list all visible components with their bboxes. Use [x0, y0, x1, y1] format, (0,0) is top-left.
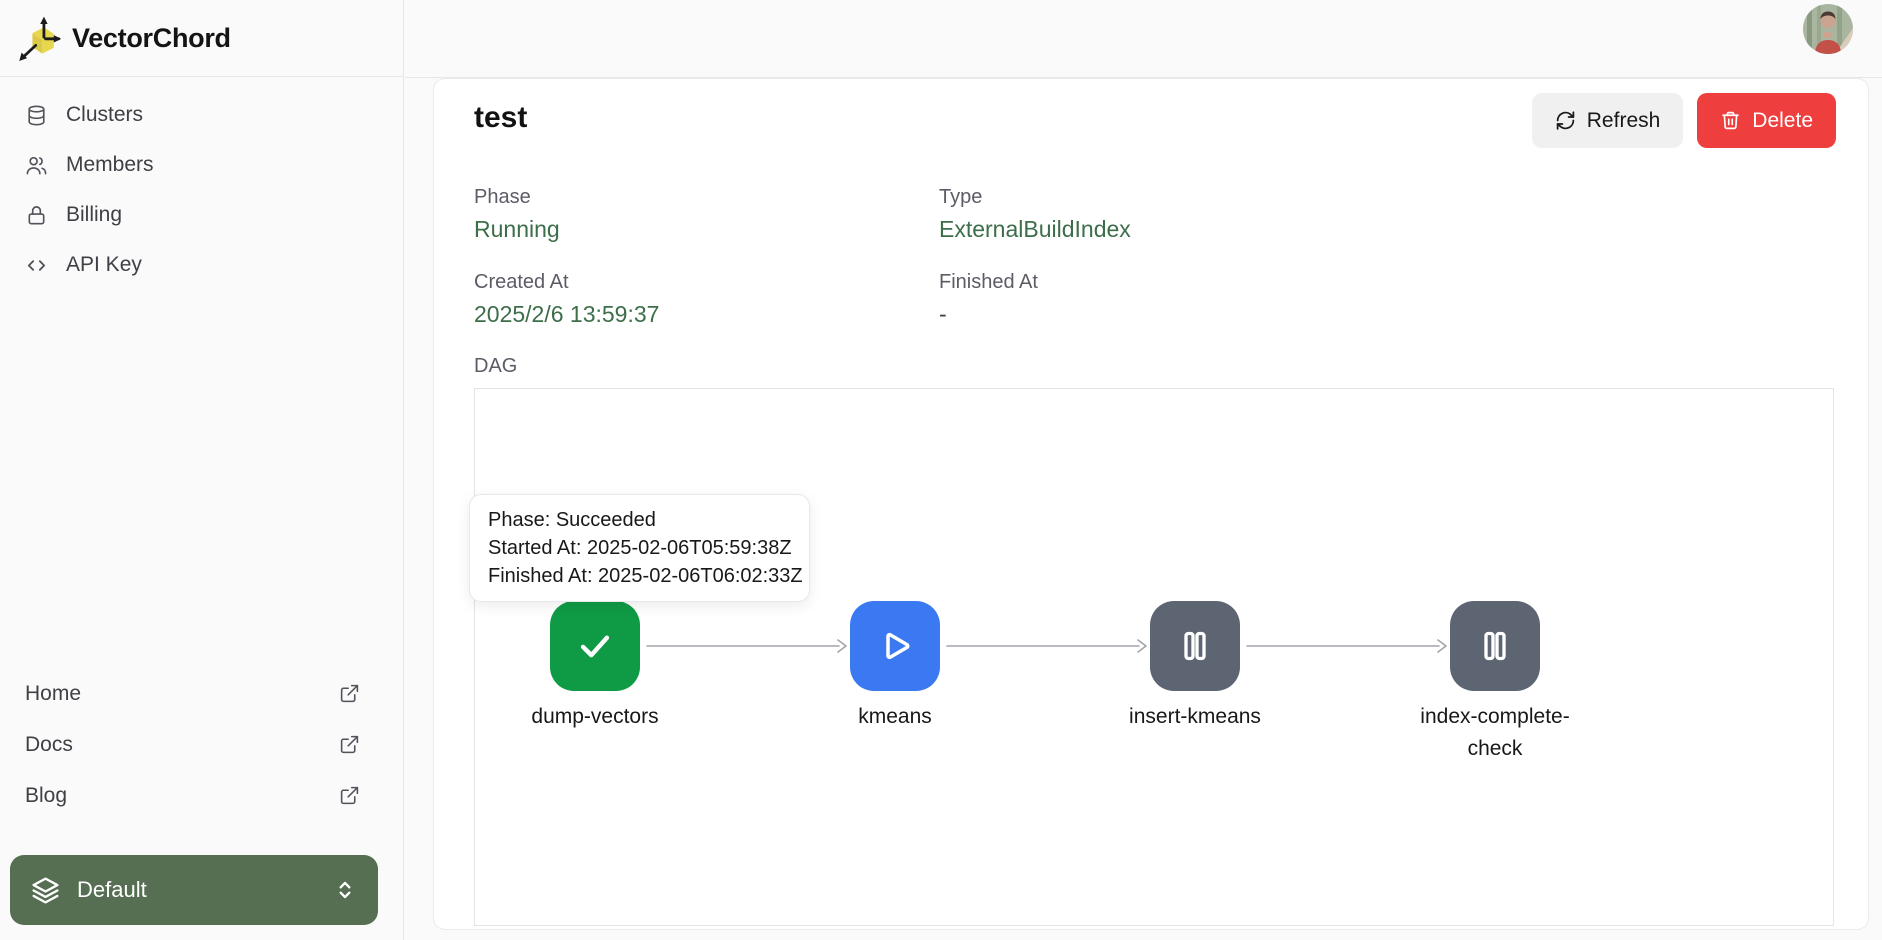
brand-logo: VectorChord	[0, 0, 403, 77]
sidebar-link-docs[interactable]: Docs	[25, 719, 360, 770]
sidebar-link-label: Blog	[25, 784, 67, 808]
node-status-box	[850, 601, 940, 691]
field-phase: Phase Running	[474, 186, 939, 243]
main-area: test Refresh	[405, 0, 1882, 940]
pause-icon	[1175, 626, 1215, 666]
job-detail-card: test Refresh	[433, 78, 1869, 930]
delete-label: Delete	[1752, 109, 1813, 133]
sidebar-link-home[interactable]: Home	[25, 668, 360, 719]
field-value: 2025/2/6 13:59:37	[474, 301, 939, 328]
database-icon	[25, 104, 48, 127]
job-fields: Phase Running Type ExternalBuildIndex Cr…	[474, 186, 1868, 328]
sidebar-item-billing[interactable]: Billing	[0, 190, 403, 240]
users-icon	[25, 154, 48, 177]
workspace-name: Default	[77, 877, 316, 903]
node-status-box	[550, 601, 640, 691]
sidebar-link-label: Home	[25, 682, 81, 706]
sidebar-nav: Clusters Members Billing	[0, 77, 403, 290]
node-label: dump-vectors	[531, 701, 658, 733]
page-title: test	[474, 101, 527, 135]
node-label: kmeans	[858, 701, 932, 733]
sidebar-item-api-key[interactable]: API Key	[0, 240, 403, 290]
field-type: Type ExternalBuildIndex	[939, 186, 1404, 243]
field-created-at: Created At 2025/2/6 13:59:37	[474, 271, 939, 328]
play-icon	[874, 625, 916, 667]
dag-node-dump-vectors[interactable]: dump-vectors	[505, 601, 685, 733]
field-value: ExternalBuildIndex	[939, 216, 1404, 243]
field-value: -	[939, 301, 1404, 328]
sidebar-item-label: Clusters	[66, 103, 143, 127]
field-label: Type	[939, 186, 1404, 209]
check-icon	[573, 624, 617, 668]
external-link-icon	[339, 683, 360, 704]
dag-section-label: DAG	[474, 355, 1868, 378]
sidebar-item-clusters[interactable]: Clusters	[0, 90, 403, 140]
field-finished-at: Finished At -	[939, 271, 1404, 328]
lock-icon	[25, 204, 48, 227]
sidebar-item-label: Members	[66, 153, 154, 177]
tooltip-finished-at: Finished At: 2025-02-06T06:02:33Z	[488, 562, 791, 590]
node-status-box	[1450, 601, 1540, 691]
user-avatar[interactable]	[1803, 4, 1853, 54]
vectorchord-logo-icon	[16, 15, 62, 61]
pause-icon	[1475, 626, 1515, 666]
external-link-icon	[339, 734, 360, 755]
dag-canvas[interactable]: dump-vectors kmeans	[474, 388, 1834, 926]
delete-button[interactable]: Delete	[1697, 93, 1836, 148]
sidebar-link-blog[interactable]: Blog	[25, 770, 360, 821]
refresh-button[interactable]: Refresh	[1532, 93, 1684, 148]
tooltip-phase: Phase: Succeeded	[488, 506, 791, 534]
code-icon	[25, 254, 48, 277]
node-label: index-complete-check	[1405, 701, 1585, 765]
dag-node-kmeans[interactable]: kmeans	[805, 601, 985, 733]
tooltip-started-at: Started At: 2025-02-06T05:59:38Z	[488, 534, 791, 562]
card-actions: Refresh Delete	[1532, 93, 1836, 148]
refresh-icon	[1555, 110, 1576, 131]
node-status-box	[1150, 601, 1240, 691]
field-value: Running	[474, 216, 939, 243]
sidebar: VectorChord Clusters Memb	[0, 0, 404, 940]
sidebar-item-label: Billing	[66, 203, 122, 227]
layers-icon	[30, 875, 61, 906]
refresh-label: Refresh	[1587, 109, 1661, 133]
trash-icon	[1720, 110, 1741, 131]
workspace-switcher[interactable]: Default	[10, 855, 378, 925]
field-label: Finished At	[939, 271, 1404, 294]
node-label: insert-kmeans	[1129, 701, 1261, 733]
field-label: Created At	[474, 271, 939, 294]
topbar	[405, 0, 1882, 78]
external-link-icon	[339, 785, 360, 806]
sidebar-item-label: API Key	[66, 253, 142, 277]
field-label: Phase	[474, 186, 939, 209]
dag-node-index-complete-check[interactable]: index-complete-check	[1405, 601, 1585, 765]
node-tooltip: Phase: Succeeded Started At: 2025-02-06T…	[469, 494, 810, 602]
sidebar-external-links: Home Docs Blog	[25, 668, 360, 821]
sidebar-link-label: Docs	[25, 733, 73, 757]
sidebar-item-members[interactable]: Members	[0, 140, 403, 190]
dag-node-insert-kmeans[interactable]: insert-kmeans	[1105, 601, 1285, 733]
chevrons-up-down-icon	[332, 877, 358, 903]
brand-name: VectorChord	[72, 23, 231, 54]
